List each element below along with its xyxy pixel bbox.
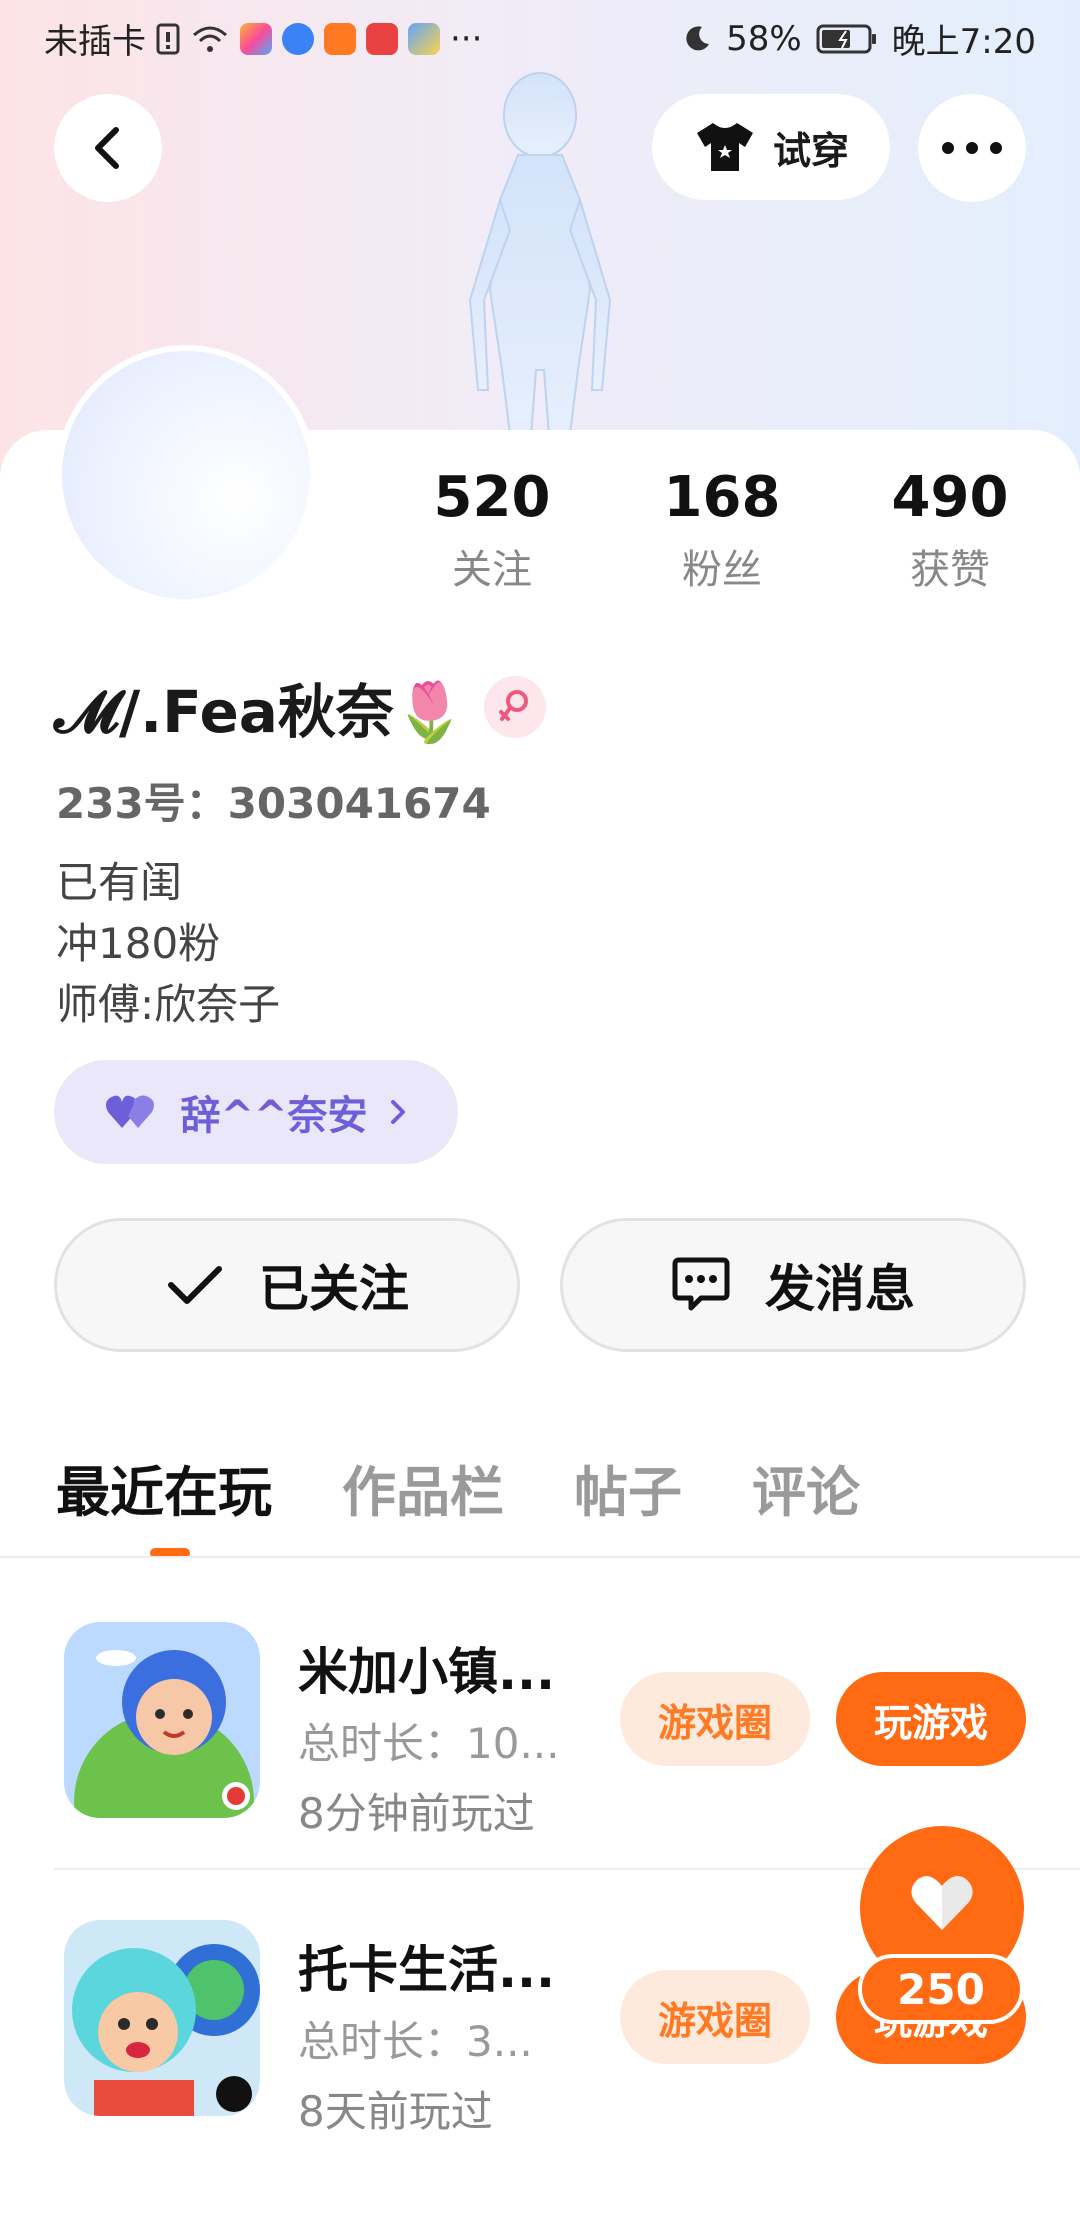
- tab-posts[interactable]: 帖子: [574, 1448, 682, 1527]
- play-game-button[interactable]: 玩游戏: [836, 1672, 1026, 1766]
- battery-percent: 58%: [726, 18, 802, 59]
- weather-notification-icon: [408, 22, 440, 55]
- tabs-divider: [0, 1556, 1080, 1558]
- chevron-right-icon: [390, 1100, 405, 1124]
- stat-likes-count: 490: [891, 465, 1009, 530]
- game-icon-toca-life: [64, 1920, 260, 2116]
- back-arrow-icon: [95, 127, 119, 169]
- clock-text: 晚上7:20: [891, 22, 1036, 62]
- female-gender-icon: [484, 676, 547, 738]
- bio-line: 已有闺: [56, 858, 183, 907]
- carrier-text: 未插卡: [44, 22, 146, 62]
- sim-icon: [156, 23, 180, 54]
- status-bar: 未插卡 ··· 58% 晚上7:20: [0, 0, 1080, 72]
- tab-recently-played[interactable]: 最近在玩: [56, 1448, 272, 1527]
- like-count-badge: 250: [858, 1954, 1024, 2024]
- game-duration: 总时长：10...: [298, 1719, 560, 1768]
- send-message-label: 发消息: [765, 1260, 915, 1318]
- moon-icon: [686, 25, 710, 50]
- profile-name-row: 𝓜/.Fea秋奈🌷: [54, 665, 547, 749]
- more-dots-icon: [942, 142, 1002, 154]
- tab-comments[interactable]: 评论: [752, 1448, 860, 1527]
- game-last-played: 8分钟前玩过: [298, 1789, 535, 1838]
- stat-likes[interactable]: 490 获赞: [850, 465, 1050, 595]
- avatar-figure-hologram: [468, 72, 612, 450]
- stat-following-count: 520: [433, 465, 551, 530]
- chat-bubble-icon: [672, 1257, 730, 1311]
- double-heart-icon: [106, 1095, 155, 1128]
- stat-following[interactable]: 520 关注: [392, 465, 592, 595]
- reader-notification-icon: [366, 22, 398, 55]
- more-button[interactable]: [918, 94, 1026, 202]
- user-id-value: 303041674: [227, 779, 491, 828]
- game-icon-miga-town: [64, 1622, 260, 1818]
- user-id[interactable]: 233号：303041674: [56, 770, 491, 831]
- game-title: 托卡生活...: [298, 1941, 555, 1999]
- shirt-icon: [696, 123, 753, 171]
- avatar[interactable]: [56, 345, 316, 605]
- video-notification-icon: [324, 22, 356, 55]
- game-title: 米加小镇...: [298, 1643, 555, 1701]
- checkmark-icon: [168, 1266, 222, 1304]
- stat-followers-count: 168: [663, 465, 781, 530]
- back-button[interactable]: [54, 94, 162, 202]
- stat-followers-label: 粉丝: [682, 547, 762, 593]
- status-bar-left: 未插卡 ···: [44, 14, 482, 63]
- app-notification-icon: [240, 22, 272, 55]
- followed-button[interactable]: 已关注: [54, 1218, 520, 1352]
- bio-line: 师傅:欣奈子: [56, 980, 281, 1029]
- relationship-name: 辞^^奈安: [180, 1093, 368, 1139]
- bio-line: 冲180粉: [56, 919, 221, 968]
- stat-followers[interactable]: 168 粉丝: [622, 465, 822, 595]
- try-on-label: 试穿: [772, 128, 849, 173]
- battery-icon: [816, 24, 876, 53]
- game-circle-button[interactable]: 游戏圈: [620, 1672, 810, 1766]
- tab-works[interactable]: 作品栏: [342, 1448, 504, 1527]
- browser-notification-icon: [282, 22, 314, 55]
- user-id-label: 233号：: [56, 779, 228, 828]
- profile-name: 𝓜/.Fea秋奈🌷: [54, 678, 467, 746]
- wifi-icon: [193, 26, 227, 52]
- stat-following-label: 关注: [452, 547, 532, 593]
- game-last-played: 8天前玩过: [298, 2087, 493, 2136]
- status-bar-right: 58% 晚上7:20: [682, 14, 1036, 63]
- profile-bio: 已有闺 冲180粉 师傅:欣奈子: [56, 852, 280, 1035]
- try-on-button[interactable]: 试穿: [652, 94, 890, 200]
- more-notifications-icon: ···: [450, 18, 483, 59]
- game-circle-button[interactable]: 游戏圈: [620, 1970, 810, 2064]
- stat-likes-label: 获赞: [910, 547, 990, 593]
- profile-tabs: 最近在玩 作品栏 帖子 评论: [56, 1448, 860, 1527]
- heart-icon: [911, 1876, 973, 1930]
- send-message-button[interactable]: 发消息: [560, 1218, 1026, 1352]
- followed-label: 已关注: [259, 1260, 409, 1318]
- game-duration: 总时长：3...: [298, 2017, 533, 2066]
- relationship-tag[interactable]: 辞^^奈安: [54, 1060, 458, 1164]
